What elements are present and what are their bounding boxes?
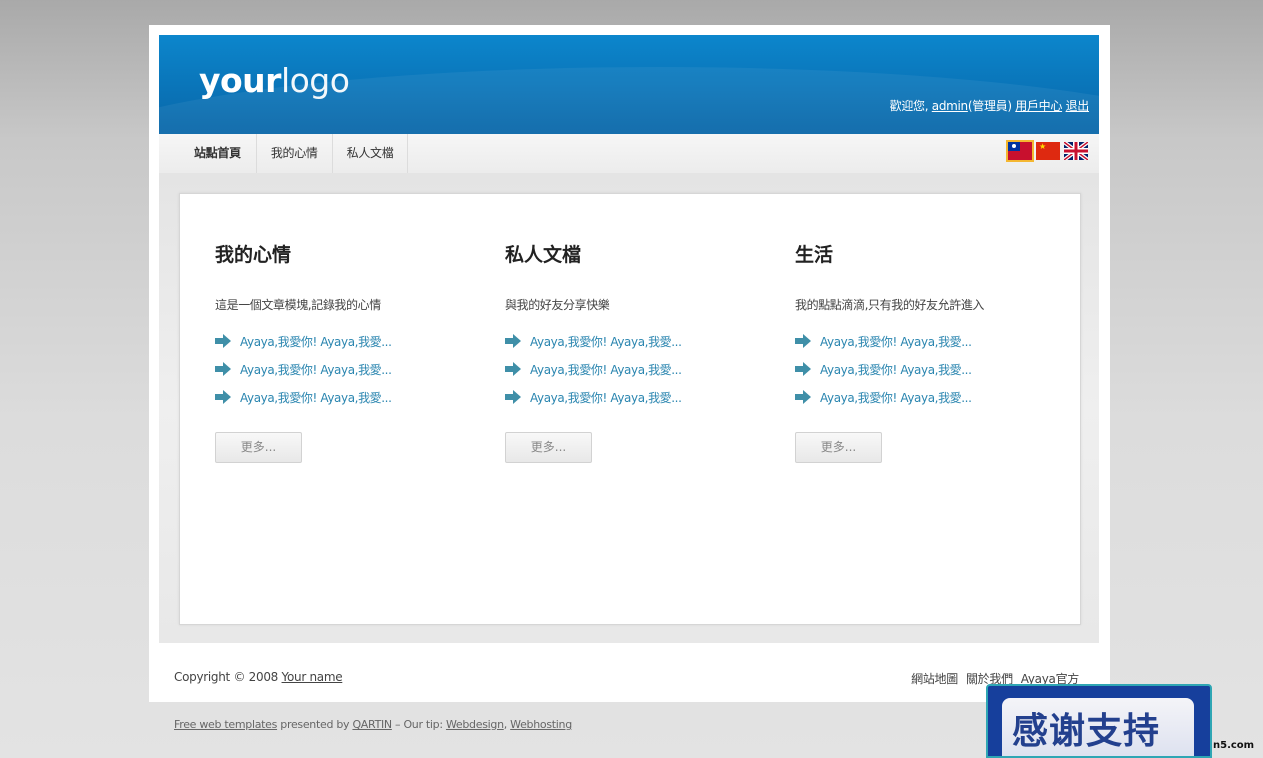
list-item-link[interactable]: Ayaya,我愛你! Ayaya,我愛... xyxy=(240,363,392,377)
column-links: Ayaya,我愛你! Ayaya,我愛... Ayaya,我愛你! Ayaya,… xyxy=(215,332,392,416)
list-item[interactable]: Ayaya,我愛你! Ayaya,我愛... xyxy=(215,360,392,388)
list-item-link[interactable]: Ayaya,我愛你! Ayaya,我愛... xyxy=(820,363,972,377)
arrow-right-icon xyxy=(505,390,521,404)
credits-bar: Free web templates presented by QARTIN –… xyxy=(174,718,572,731)
credits-tip-text: – Our tip: xyxy=(391,718,446,731)
column-description: 這是一個文章模塊,記錄我的心情 xyxy=(215,298,381,312)
list-item[interactable]: Ayaya,我愛你! Ayaya,我愛... xyxy=(215,388,392,416)
more-button[interactable]: 更多... xyxy=(795,432,882,463)
footer-copyright: Copyright © 2008 Your name xyxy=(174,670,343,684)
thanks-banner: 感谢支持 xyxy=(986,684,1212,758)
language-flags: ★ xyxy=(1004,140,1088,164)
arrow-right-icon xyxy=(795,362,811,376)
site-watermark: n5.com xyxy=(1213,740,1255,751)
list-item-link[interactable]: Ayaya,我愛你! Ayaya,我愛... xyxy=(530,363,682,377)
welcome-text: 歡迎您, xyxy=(889,99,929,113)
arrow-right-icon xyxy=(215,334,231,348)
webdesign-link[interactable]: Webdesign xyxy=(446,718,504,731)
arrow-right-icon xyxy=(505,362,521,376)
column-links: Ayaya,我愛你! Ayaya,我愛... Ayaya,我愛你! Ayaya,… xyxy=(795,332,972,416)
arrow-right-icon xyxy=(215,390,231,404)
free-templates-link[interactable]: Free web templates xyxy=(174,718,277,731)
list-item-link[interactable]: Ayaya,我愛你! Ayaya,我愛... xyxy=(240,335,392,349)
list-item-link[interactable]: Ayaya,我愛你! Ayaya,我愛... xyxy=(820,335,972,349)
taiwan-flag-icon[interactable] xyxy=(1006,140,1034,162)
list-item[interactable]: Ayaya,我愛你! Ayaya,我愛... xyxy=(795,388,972,416)
arrow-right-icon xyxy=(215,362,231,376)
logo-bold-text: your xyxy=(199,61,281,100)
nav-bar: 站點首頁 我的心情 私人文檔 ★ xyxy=(159,134,1099,173)
webhosting-link[interactable]: Webhosting xyxy=(510,718,572,731)
list-item[interactable]: Ayaya,我愛你! Ayaya,我愛... xyxy=(505,360,682,388)
your-name-link[interactable]: Your name xyxy=(282,670,343,684)
user-center-link[interactable]: 用戶中心 xyxy=(1015,99,1062,113)
page-container: yourlogo 歡迎您, admin(管理員) 用戶中心 退出 站點首頁 我的… xyxy=(149,25,1110,702)
user-bar: 歡迎您, admin(管理員) 用戶中心 退出 xyxy=(889,97,1090,114)
nav-item-home[interactable]: 站點首頁 xyxy=(159,134,257,173)
list-item[interactable]: Ayaya,我愛你! Ayaya,我愛... xyxy=(215,332,392,360)
list-item[interactable]: Ayaya,我愛你! Ayaya,我愛... xyxy=(505,388,682,416)
list-item[interactable]: Ayaya,我愛你! Ayaya,我愛... xyxy=(795,332,972,360)
more-button[interactable]: 更多... xyxy=(505,432,592,463)
china-flag-icon[interactable]: ★ xyxy=(1036,142,1060,160)
thanks-banner-inner: 感谢支持 xyxy=(1002,698,1194,756)
nav-item-docs[interactable]: 私人文檔 xyxy=(333,134,409,173)
column-title: 我的心情 xyxy=(215,244,292,266)
copyright-text: Copyright © 2008 xyxy=(174,670,279,684)
qartin-link[interactable]: QARTIN xyxy=(352,718,392,731)
list-item-link[interactable]: Ayaya,我愛你! Ayaya,我愛... xyxy=(530,335,682,349)
credits-text: presented by xyxy=(277,718,353,731)
column-links: Ayaya,我愛你! Ayaya,我愛... Ayaya,我愛你! Ayaya,… xyxy=(505,332,682,416)
more-button[interactable]: 更多... xyxy=(215,432,302,463)
thanks-text: 感谢支持 xyxy=(1012,711,1161,752)
footer-link-sitemap[interactable]: 網站地圖 xyxy=(911,672,958,686)
column-description: 與我的好友分享快樂 xyxy=(505,298,610,312)
list-item[interactable]: Ayaya,我愛你! Ayaya,我愛... xyxy=(795,360,972,388)
logout-link[interactable]: 退出 xyxy=(1066,99,1090,113)
list-item-link[interactable]: Ayaya,我愛你! Ayaya,我愛... xyxy=(820,391,972,405)
content-frame: 我的心情 這是一個文章模塊,記錄我的心情 Ayaya,我愛你! Ayaya,我愛… xyxy=(159,173,1099,643)
column-description: 我的點點滴滴,只有我的好友允許進入 xyxy=(795,298,985,312)
content-panel: 我的心情 這是一個文章模塊,記錄我的心情 Ayaya,我愛你! Ayaya,我愛… xyxy=(179,193,1081,625)
list-item-link[interactable]: Ayaya,我愛你! Ayaya,我愛... xyxy=(240,391,392,405)
arrow-right-icon xyxy=(505,334,521,348)
username-link[interactable]: admin xyxy=(932,99,968,113)
list-item-link[interactable]: Ayaya,我愛你! Ayaya,我愛... xyxy=(530,391,682,405)
arrow-right-icon xyxy=(795,334,811,348)
column-title: 生活 xyxy=(795,244,834,266)
nav-item-mood[interactable]: 我的心情 xyxy=(257,134,333,173)
column-title: 私人文檔 xyxy=(505,244,582,266)
user-role: (管理員) xyxy=(967,99,1012,113)
logo-thin-text: logo xyxy=(280,61,350,100)
list-item[interactable]: Ayaya,我愛你! Ayaya,我愛... xyxy=(505,332,682,360)
uk-flag-icon[interactable] xyxy=(1064,142,1088,160)
header: yourlogo 歡迎您, admin(管理員) 用戶中心 退出 xyxy=(159,35,1099,134)
arrow-right-icon xyxy=(795,390,811,404)
logo[interactable]: yourlogo xyxy=(199,61,350,101)
